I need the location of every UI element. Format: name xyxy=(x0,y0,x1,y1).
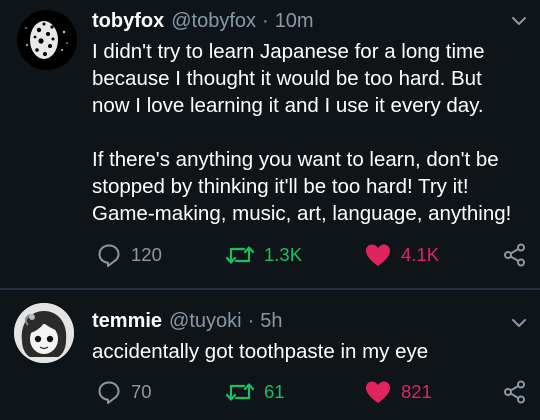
retweet-icon xyxy=(225,383,255,401)
retweet-count: 61 xyxy=(264,381,285,402)
tweet-line: I didn't try to learn Japanese for a lon… xyxy=(92,40,485,63)
reply-count: 120 xyxy=(131,244,162,265)
tweet-line: because I thought it would be too hard. … xyxy=(92,67,482,90)
tweet-line: now I love learning it and I use it ever… xyxy=(92,94,484,117)
timestamp[interactable]: 10m xyxy=(275,9,314,33)
user-handle[interactable]: @tuyoki xyxy=(169,309,242,333)
separator-dot: · xyxy=(262,10,269,32)
share-button[interactable] xyxy=(502,241,528,269)
retweet-count: 1.3K xyxy=(264,244,303,265)
tweet-text: I didn't try to learn Japanese for a lon… xyxy=(92,38,522,227)
tweet-line: If there's anything you want to learn, d… xyxy=(92,148,499,171)
share-icon xyxy=(504,380,525,404)
retweet-button[interactable]: 61 xyxy=(225,378,285,406)
like-count: 821 xyxy=(401,381,432,402)
tweet-paragraph: accidentally got toothpaste in my eye xyxy=(92,338,522,365)
tweet-line: Game-making, music, art, language, anyth… xyxy=(92,202,512,225)
reply-icon xyxy=(98,381,120,404)
avatar-image xyxy=(17,10,77,70)
display-name[interactable]: tobyfox xyxy=(92,9,164,33)
share-icon xyxy=(504,243,525,267)
tweet-actions: 70 61 821 xyxy=(92,378,532,406)
chevron-down-icon[interactable] xyxy=(508,10,530,32)
display-name[interactable]: temmie xyxy=(92,309,162,333)
reply-button[interactable]: 120 xyxy=(96,241,162,269)
like-count: 4.1K xyxy=(401,244,440,265)
chevron-down-icon[interactable] xyxy=(508,312,530,334)
reply-button[interactable]: 70 xyxy=(96,378,152,406)
tweet[interactable]: temmie @tuyoki · 5h accidentally got too… xyxy=(0,289,540,420)
reply-count: 70 xyxy=(131,381,152,402)
tweet-paragraph: I didn't try to learn Japanese for a lon… xyxy=(92,38,522,119)
like-button[interactable]: 4.1K xyxy=(364,241,439,269)
tweet-actions: 120 1.3K 4.1K xyxy=(92,241,532,269)
tweet-line: accidentally got toothpaste in my eye xyxy=(92,340,429,363)
reply-icon xyxy=(98,244,120,267)
heart-icon xyxy=(366,244,390,266)
tweet-header: temmie @tuyoki · 5h xyxy=(92,309,283,333)
tweet-header: tobyfox @tobyfox · 10m xyxy=(92,9,314,33)
timestamp[interactable]: 5h xyxy=(260,309,282,333)
tweet-paragraph: If there's anything you want to learn, d… xyxy=(92,146,522,227)
separator-dot: · xyxy=(247,310,255,332)
avatar-tobyfox[interactable] xyxy=(17,10,77,70)
retweet-button[interactable]: 1.3K xyxy=(225,241,302,269)
user-handle[interactable]: @tobyfox xyxy=(171,9,256,33)
avatar-image xyxy=(14,303,74,363)
avatar-temmie[interactable] xyxy=(14,303,74,363)
share-button[interactable] xyxy=(502,378,528,406)
like-button[interactable]: 821 xyxy=(364,378,432,406)
tweet-text: accidentally got toothpaste in my eye xyxy=(92,338,522,365)
heart-icon xyxy=(366,381,390,403)
retweet-icon xyxy=(225,246,255,264)
tweet-line: stopped by thinking it'll be too hard! T… xyxy=(92,175,469,198)
tweet[interactable]: tobyfox @tobyfox · 10m I didn't try to l… xyxy=(0,0,540,290)
